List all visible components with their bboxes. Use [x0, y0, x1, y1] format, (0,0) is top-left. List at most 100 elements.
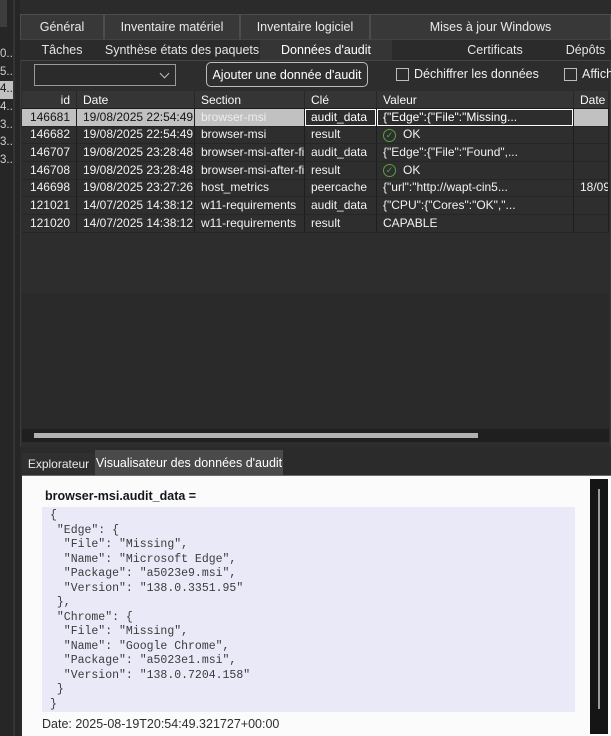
cell-section[interactable]: browser-msi [195, 109, 305, 127]
vertical-scrollbar[interactable] [590, 479, 608, 734]
checkbox-box-icon[interactable] [564, 68, 577, 81]
cell-id[interactable]: 146682 [22, 127, 77, 145]
host-detail-content: Général Inventaire matériel Inventaire l… [20, 0, 611, 736]
horizontal-scrollbar-thumb[interactable] [34, 433, 478, 438]
decrypt-data-checkbox[interactable]: Déchiffrer les données [396, 66, 539, 82]
vertical-scrollbar-thumb[interactable] [598, 489, 600, 709]
cell-section[interactable]: browser-msi-after-fix [195, 162, 305, 180]
decrypt-data-label: Déchiffrer les données [414, 67, 539, 81]
host-row-clipped[interactable]: 3.. [0, 152, 13, 170]
horizontal-scrollbar[interactable] [22, 429, 609, 442]
cell-value[interactable]: CAPABLE [377, 215, 574, 233]
table-row[interactable]: 146708 19/08/2025 23:28:48 browser-msi-a… [22, 162, 609, 180]
tab-visualisateur-active[interactable]: Visualisateur des données d'audit [95, 450, 283, 475]
audit-data-grid: id Date Section Clé Valeur Date c 146681… [22, 91, 609, 233]
viewer-title: browser-msi.audit_data = [45, 489, 196, 503]
show-checkbox[interactable]: Afficher [564, 66, 611, 82]
cell-date[interactable]: 19/08/2025 23:28:48 [77, 162, 195, 180]
cell-value[interactable]: {"Edge":{"File":"Found",... [377, 144, 574, 162]
table-row[interactable]: 146698 19/08/2025 23:27:26 host_metrics … [22, 180, 609, 198]
col-header-cle[interactable]: Clé [305, 91, 377, 109]
tab-taches[interactable]: Tâches [20, 40, 104, 60]
cell-date2[interactable] [574, 197, 609, 215]
col-header-id[interactable]: id [22, 91, 77, 109]
cell-key[interactable]: result [305, 162, 377, 180]
cell-id[interactable]: 121021 [22, 197, 77, 215]
grid-header-row: id Date Section Clé Valeur Date c [22, 91, 609, 109]
cell-key[interactable]: audit_data [305, 197, 377, 215]
ok-check-icon: ✓ [383, 164, 396, 177]
col-header-valeur[interactable]: Valeur [377, 91, 574, 109]
cell-id[interactable]: 146708 [22, 162, 77, 180]
host-row-clipped[interactable]: 5.. [0, 64, 13, 82]
col-header-date2[interactable]: Date c [574, 91, 609, 109]
cell-date[interactable]: 19/08/2025 22:54:49 [77, 127, 195, 145]
table-row[interactable]: 146707 19/08/2025 23:28:48 browser-msi-a… [22, 144, 609, 162]
tab-explorateur[interactable]: Explorateur [22, 453, 95, 475]
ok-check-icon: ✓ [383, 129, 396, 142]
json-content: { "Edge": { "File": "Missing", "Name": "… [42, 507, 575, 714]
cell-date2[interactable] [574, 144, 609, 162]
detail-tabs-row2: Tâches Synthèse états des paquets Donnée… [20, 40, 611, 60]
audit-data-viewer: browser-msi.audit_data = { "Edge": { "Fi… [22, 475, 611, 736]
table-row[interactable]: 121021 14/07/2025 14:38:12 w11-requireme… [22, 197, 609, 215]
checkbox-box-icon[interactable] [396, 68, 409, 81]
table-row-selected[interactable]: 146681 19/08/2025 22:54:49 browser-msi a… [22, 109, 609, 127]
host-row-clipped[interactable]: 3.. [0, 117, 13, 135]
cell-date[interactable]: 19/08/2025 23:27:26 [77, 180, 195, 198]
cell-date2[interactable] [574, 215, 609, 233]
tab-mises-a-jour-windows[interactable]: Mises à jour Windows [370, 14, 611, 40]
cell-value[interactable]: {"Edge":{"File":"Missing... [377, 109, 574, 127]
cell-section[interactable]: browser-msi-after-fix [195, 144, 305, 162]
cell-id[interactable]: 146698 [22, 180, 77, 198]
audit-section-combobox[interactable] [34, 64, 176, 86]
table-row[interactable]: 146682 19/08/2025 22:54:49 browser-msi r… [22, 127, 609, 145]
tab-synthese-paquets[interactable]: Synthèse états des paquets [104, 40, 260, 60]
cell-date2[interactable] [574, 162, 609, 180]
col-header-date[interactable]: Date [77, 91, 195, 109]
add-audit-data-button[interactable]: Ajouter une donnée d'audit [206, 62, 368, 87]
table-row[interactable]: 121020 14/07/2025 14:38:12 w11-requireme… [22, 215, 609, 233]
cell-date2[interactable]: 18/09 [574, 180, 609, 198]
host-row-clipped[interactable]: 3.. [0, 134, 13, 152]
cell-key[interactable]: result [305, 127, 377, 145]
show-label: Afficher [582, 67, 611, 81]
cell-section[interactable]: w11-requirements [195, 197, 305, 215]
cell-id[interactable]: 146707 [22, 144, 77, 162]
tab-general[interactable]: Général [20, 14, 104, 40]
cell-date[interactable]: 19/08/2025 22:54:49 [77, 109, 195, 127]
col-header-section[interactable]: Section [195, 91, 305, 109]
tab-inventaire-materiel[interactable]: Inventaire matériel [104, 14, 240, 40]
cell-date[interactable]: 14/07/2025 14:38:12 [77, 197, 195, 215]
cell-section[interactable]: w11-requirements [195, 215, 305, 233]
cell-section[interactable]: host_metrics [195, 180, 305, 198]
host-row-clipped[interactable]: 4.. [0, 99, 13, 117]
panel-splitter[interactable] [13, 0, 15, 736]
cell-date2[interactable] [574, 127, 609, 145]
chevron-down-icon[interactable] [153, 65, 175, 85]
cell-value[interactable]: ✓ OK [377, 162, 574, 180]
cell-value[interactable]: ✓ OK [377, 127, 574, 145]
cell-id[interactable]: 146681 [22, 109, 77, 127]
host-row-clipped[interactable]: 0.. [0, 46, 13, 64]
cell-value[interactable]: {"url":"http://wapt-cin5... [377, 180, 574, 198]
host-row-clipped-selected[interactable]: 4.. [0, 81, 13, 99]
tab-donnees-audit-active[interactable]: Données d'audit [260, 40, 392, 60]
audit-date-line: Date: 2025-08-19T20:54:49.321727+00:00 [42, 717, 279, 731]
cell-date[interactable]: 14/07/2025 14:38:12 [77, 215, 195, 233]
cell-date2[interactable] [574, 109, 609, 127]
audit-data-panel: Ajouter une donnée d'audit Déchiffrer le… [20, 60, 611, 447]
cell-key[interactable]: result [305, 215, 377, 233]
cell-key[interactable]: peercache [305, 180, 377, 198]
tab-depots[interactable]: Dépôts [560, 40, 611, 60]
cell-section[interactable]: browser-msi [195, 127, 305, 145]
tab-inventaire-logiciel[interactable]: Inventaire logiciel [240, 14, 370, 40]
cell-value[interactable]: {"CPU":{"Cores":"OK","... [377, 197, 574, 215]
json-value-box: { "Edge": { "File": "Missing", "Name": "… [42, 507, 575, 712]
viewer-tab-bar: Explorateur Visualisateur des données d'… [20, 447, 611, 475]
cell-date[interactable]: 19/08/2025 23:28:48 [77, 144, 195, 162]
cell-key[interactable]: audit_data [305, 109, 377, 127]
cell-key[interactable]: audit_data [305, 144, 377, 162]
cell-id[interactable]: 121020 [22, 215, 77, 233]
tab-certificats[interactable]: Certificats [430, 40, 560, 60]
